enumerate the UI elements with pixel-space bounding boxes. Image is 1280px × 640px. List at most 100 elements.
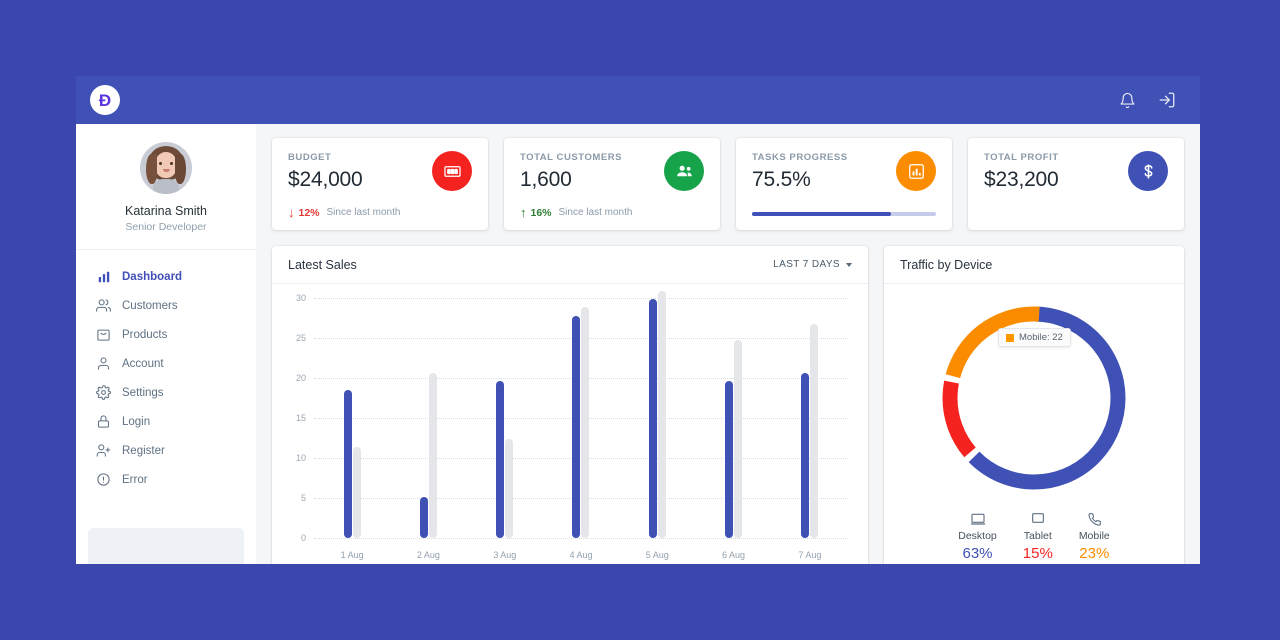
device-legend-tablet[interactable]: Tablet 15% — [1023, 510, 1053, 562]
device-percent: 63% — [962, 545, 993, 562]
sidebar: Katarina Smith Senior Developer Dashboar… — [76, 124, 256, 564]
chart-row: Latest Sales LAST 7 DAYS 30 25 20 15 10 … — [272, 246, 1184, 564]
bar-group[interactable] — [390, 298, 466, 538]
sidebar-item-account[interactable]: Account — [90, 349, 242, 378]
y-tick-label: 20 — [295, 373, 306, 383]
shopping-bag-icon — [96, 327, 111, 342]
dashboard-window: Ð Katarina Smith Senior Developer Dashbo… — [76, 76, 1200, 564]
bar-primary[interactable] — [648, 299, 657, 538]
delta-percent: 16% — [530, 206, 552, 219]
x-tick-label: 6 Aug — [722, 550, 746, 560]
device-percent: 15% — [1022, 545, 1053, 562]
app-logo[interactable]: Ð — [90, 85, 120, 115]
y-tick-label: 10 — [295, 453, 306, 463]
delta-percent: 12% — [298, 206, 320, 219]
gear-icon — [96, 385, 111, 400]
bar-group[interactable] — [467, 298, 543, 538]
delta-text: Since last month — [558, 207, 633, 218]
stat-card-row: BUDGET $24,000 ↓ 12% Since last month TO… — [272, 138, 1184, 230]
traffic-by-device-card: Traffic by Device Mobile: 22 Desktop 63%… — [884, 246, 1184, 564]
y-tick-label: 0 — [300, 533, 306, 543]
date-range-dropdown[interactable]: LAST 7 DAYS — [773, 259, 852, 270]
latest-sales-chart: 30 25 20 15 10 5 0 1 Aug 2 Aug 3 Aug 4 A… — [272, 284, 868, 564]
sidebar-item-register[interactable]: Register — [90, 436, 242, 465]
latest-sales-card: Latest Sales LAST 7 DAYS 30 25 20 15 10 … — [272, 246, 868, 564]
avatar — [140, 142, 192, 194]
bar-primary[interactable] — [496, 381, 505, 538]
money-icon — [432, 151, 472, 191]
bar-secondary[interactable] — [505, 439, 514, 538]
sidebar-item-error[interactable]: Error — [90, 465, 242, 494]
gridline — [314, 538, 848, 539]
profile-role: Senior Developer — [125, 221, 207, 233]
device-name: Desktop — [958, 530, 997, 542]
bar-group[interactable] — [619, 291, 695, 538]
stat-delta: ↑ 16% Since last month — [520, 206, 632, 219]
sidebar-item-label: Login — [122, 415, 151, 428]
delta-text: Since last month — [326, 207, 401, 218]
bar-group[interactable] — [772, 298, 848, 538]
main-content: BUDGET $24,000 ↓ 12% Since last month TO… — [256, 124, 1200, 564]
sidebar-item-login[interactable]: Login — [90, 407, 242, 436]
bar-secondary[interactable] — [734, 340, 743, 538]
device-name: Tablet — [1023, 530, 1052, 542]
desktop-icon — [970, 510, 986, 527]
app-body: Katarina Smith Senior Developer Dashboar… — [76, 124, 1200, 564]
bar-primary[interactable] — [419, 497, 428, 538]
delta-arrow-up-icon: ↑ — [520, 205, 527, 220]
sidebar-item-customers[interactable]: Customers — [90, 291, 242, 320]
phone-icon — [1086, 510, 1102, 527]
x-tick-label: 2 Aug — [416, 550, 440, 560]
sidebar-item-settings[interactable]: Settings — [90, 378, 242, 407]
sidebar-item-label: Customers — [122, 299, 178, 312]
bar-series-container — [314, 291, 848, 538]
bar-primary[interactable] — [725, 381, 734, 538]
bar-primary[interactable] — [572, 316, 581, 538]
traffic-chart: Mobile: 22 Desktop 63% Tablet 15% Mobile… — [884, 284, 1184, 564]
tasks-progress-bar — [752, 212, 936, 216]
bar-secondary[interactable] — [810, 324, 819, 538]
bar-primary[interactable] — [801, 373, 810, 538]
date-range-label: LAST 7 DAYS — [773, 259, 840, 270]
x-tick-label: 4 Aug — [569, 550, 593, 560]
lock-icon — [96, 414, 111, 429]
donut-chart: Mobile: 22 — [936, 300, 1132, 496]
sidebar-profile[interactable]: Katarina Smith Senior Developer — [76, 124, 256, 250]
sidebar-item-label: Products — [122, 328, 168, 341]
bar-group[interactable] — [695, 298, 771, 538]
sidebar-item-label: Error — [122, 473, 148, 486]
dollar-icon — [1128, 151, 1168, 191]
logout-icon[interactable] — [1156, 89, 1178, 111]
bar-group[interactable] — [314, 298, 390, 538]
device-legend-desktop[interactable]: Desktop 63% — [958, 510, 997, 562]
bar-secondary[interactable] — [352, 447, 361, 538]
bar-plot: 30 25 20 15 10 5 0 1 Aug 2 Aug 3 Aug 4 A… — [288, 291, 852, 560]
bar-secondary[interactable] — [428, 373, 437, 538]
device-name: Mobile — [1078, 530, 1110, 542]
bar-secondary[interactable] — [581, 307, 590, 538]
latest-sales-header: Latest Sales LAST 7 DAYS — [272, 246, 868, 284]
topbar-actions — [1116, 89, 1178, 111]
alert-circle-icon — [96, 472, 111, 487]
sidebar-item-label: Dashboard — [122, 270, 183, 283]
bar-secondary[interactable] — [657, 291, 666, 538]
x-tick-label: 7 Aug — [798, 550, 822, 560]
y-tick-label: 5 — [300, 493, 306, 503]
stat-delta: ↓ 12% Since last month — [288, 206, 400, 219]
tooltip-label: Mobile: 22 — [1019, 332, 1063, 343]
notifications-bell-icon[interactable] — [1116, 89, 1138, 111]
card-title: Latest Sales — [288, 257, 357, 272]
tablet-icon — [1030, 510, 1046, 527]
sidebar-item-dashboard[interactable]: Dashboard — [90, 262, 242, 291]
x-tick-label: 3 Aug — [493, 550, 517, 560]
bar-group[interactable] — [543, 298, 619, 538]
sidebar-item-products[interactable]: Products — [90, 320, 242, 349]
insert-chart-icon — [896, 151, 936, 191]
tooltip-swatch-icon — [1006, 333, 1014, 342]
sidebar-promo-box — [88, 528, 244, 564]
stat-card-total-profit: TOTAL PROFIT $23,200 — [968, 138, 1184, 230]
card-title: Traffic by Device — [900, 257, 993, 272]
bar-primary[interactable] — [343, 390, 352, 538]
stat-card-budget: BUDGET $24,000 ↓ 12% Since last month — [272, 138, 488, 230]
device-legend-mobile[interactable]: Mobile 23% — [1079, 510, 1110, 562]
